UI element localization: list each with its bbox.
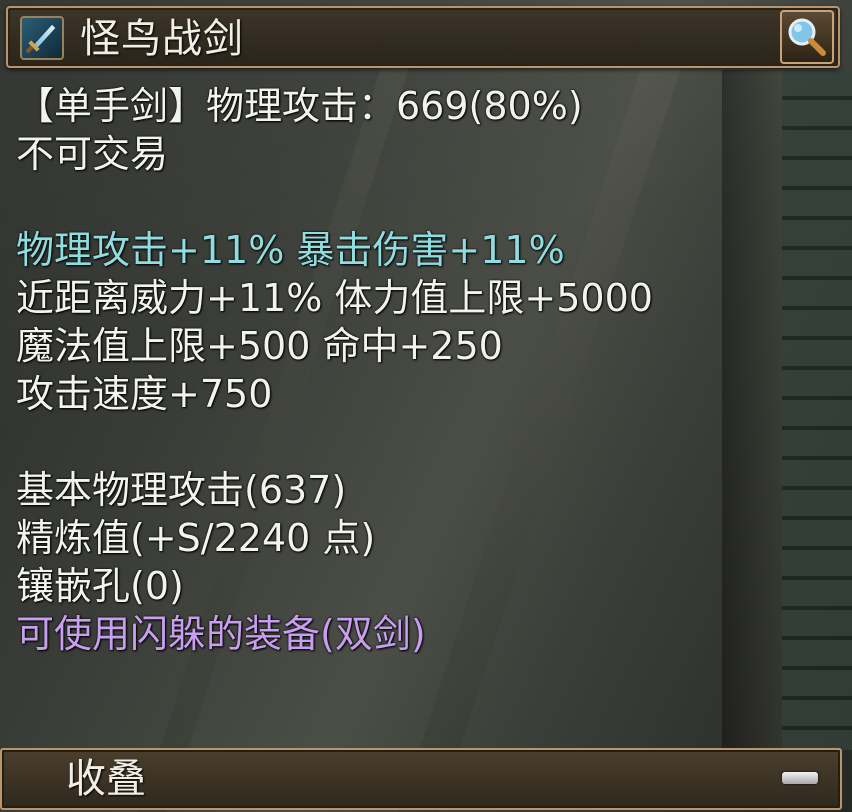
inspect-button[interactable] [780,10,834,64]
stat-line: 不可交易 [16,132,169,176]
item-title-bar: 怪鸟战剑 [6,6,840,68]
magnifier-icon [788,18,826,56]
collapse-button[interactable]: 收叠 [0,748,842,810]
stat-line: 【单手剑】物理攻击：669(80%) [16,84,583,128]
stat-line: 可使用闪躲的装备(双剑) [16,612,426,656]
item-stats: 【单手剑】物理攻击：669(80%) 不可交易物理攻击+11% 暴击伤害+11% 近… [16,82,816,658]
sword-icon [20,16,64,60]
stat-line [16,178,816,226]
stat-line: 近距离威力+11% 体力值上限+5000 [16,276,653,320]
minus-icon [782,772,818,784]
stat-line: 魔法值上限+500 命中+250 [16,324,503,368]
stat-line: 镶嵌孔(0) [16,564,184,608]
item-name: 怪鸟战剑 [80,16,244,62]
stat-line: 基本物理攻击(637) [16,468,347,512]
stat-line: 攻击速度+750 [16,372,273,416]
stat-line [16,418,816,466]
stat-line: 精炼值(+S/2240 点) [16,516,376,560]
collapse-label: 收叠 [66,756,146,802]
stat-line: 物理攻击+11% 暴击伤害+11% [16,228,565,272]
item-tooltip-panel: 怪鸟战剑 【单手剑】物理攻击：669(80%) 不可交易物理攻击+11% 暴击伤害… [0,0,852,812]
